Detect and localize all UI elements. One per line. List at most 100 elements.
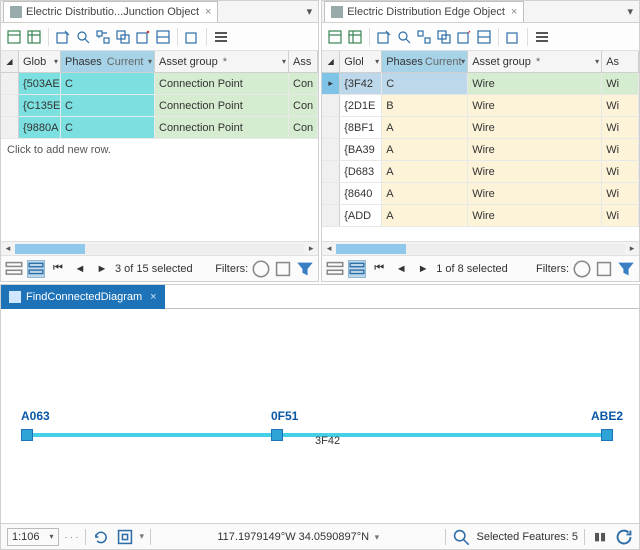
table-row[interactable]: {8BF1AWireWi [322,117,639,139]
col-glob[interactable]: Glob▾ [19,51,61,72]
scale-selector[interactable]: 1:106▾ [7,528,59,546]
diagram-tab[interactable]: FindConnectedDiagram × [1,285,165,309]
insert-row-button[interactable] [154,28,172,46]
cell-phase[interactable]: C [61,117,155,138]
toolbar-menu-button[interactable] [533,28,551,46]
table-row[interactable]: {D683AWireWi [322,161,639,183]
cell-phase[interactable]: A [382,117,468,138]
right-hscroll[interactable]: ◂ ▸ [322,241,639,255]
cell-glob[interactable]: {8BF1 [340,117,382,138]
cell-ass[interactable]: Wi [602,73,639,94]
zoom-button[interactable] [395,28,413,46]
cell-asset[interactable]: Wire [468,139,602,160]
add-row[interactable]: Click to add new row. [1,139,318,161]
cell-phase[interactable]: A [382,161,468,182]
add-button[interactable] [375,28,393,46]
col-asset-group[interactable]: Asset group *▾ [155,51,289,72]
field-view-button[interactable] [25,28,43,46]
row-handle[interactable] [322,205,340,226]
field-view-button[interactable] [346,28,364,46]
cell-phase[interactable]: C [61,73,155,94]
cell-glob[interactable]: {BA39 [340,139,382,160]
next-record-button[interactable]: ► [414,260,432,278]
switch-button[interactable] [415,28,433,46]
cell-ass[interactable]: Wi [602,95,639,116]
cell-asset[interactable]: Wire [468,73,602,94]
field-calc-button[interactable] [326,28,344,46]
cell-asset[interactable]: Wire [468,161,602,182]
cell-phase[interactable]: A [382,183,468,204]
corner-cell[interactable]: ◢ [1,51,19,72]
prev-record-button[interactable]: ◄ [71,260,89,278]
view-selected-button[interactable] [348,260,366,278]
cell-ass[interactable]: Wi [602,183,639,204]
cell-glob[interactable]: {3F42 [340,73,382,94]
cell-glob[interactable]: {9880A [19,117,61,138]
table-row[interactable]: {8640AWireWi [322,183,639,205]
cell-ass[interactable]: Wi [602,205,639,226]
table-row[interactable]: {9880ACConnection PointCon [1,117,318,139]
diagram-node[interactable] [21,429,33,441]
switch-button[interactable] [94,28,112,46]
cell-ass[interactable]: Con [289,73,318,94]
cell-ass[interactable]: Con [289,117,318,138]
clear-button[interactable] [183,28,201,46]
filter-extent-button[interactable] [274,260,292,278]
field-calc-button[interactable] [5,28,23,46]
add-button[interactable] [54,28,72,46]
row-handle[interactable] [322,73,340,94]
snap-button[interactable] [116,528,134,546]
filter-funnel-button[interactable] [617,260,635,278]
prev-record-button[interactable]: ◄ [392,260,410,278]
row-handle[interactable] [1,73,19,94]
table-row[interactable]: {C135ECConnection PointCon [1,95,318,117]
cell-asset[interactable]: Wire [468,205,602,226]
first-record-button[interactable]: ⏮ [49,260,67,278]
diagram-node[interactable] [601,429,613,441]
col-phases[interactable]: PhasesCurrent▾ [382,51,468,72]
corner-cell[interactable]: ◢ [322,51,340,72]
cell-glob[interactable]: {ADD [340,205,382,226]
cell-asset[interactable]: Wire [468,183,602,204]
table-row[interactable]: {ADDAWireWi [322,205,639,227]
row-handle[interactable] [322,117,340,138]
cell-ass[interactable]: Wi [602,117,639,138]
cell-glob[interactable]: {8640 [340,183,382,204]
cell-glob[interactable]: {2D1E [340,95,382,116]
right-tab[interactable]: Electric Distribution Edge Object × [324,1,524,22]
first-record-button[interactable]: ⏮ [370,260,388,278]
col-ass[interactable]: Ass [289,51,318,72]
row-handle[interactable] [322,95,340,116]
cell-asset[interactable]: Connection Point [155,117,289,138]
cell-phase[interactable]: C [382,73,468,94]
cell-ass[interactable]: Con [289,95,318,116]
cell-phase[interactable]: A [382,205,468,226]
copy-button[interactable] [114,28,132,46]
row-handle[interactable] [322,139,340,160]
refresh-button[interactable] [615,528,633,546]
pause-button[interactable]: ▮▮ [591,528,609,546]
cell-asset[interactable]: Wire [468,95,602,116]
filter-time-button[interactable] [573,260,591,278]
cell-phase[interactable]: C [61,95,155,116]
left-hscroll[interactable]: ◂ ▸ [1,241,318,255]
diagram-node[interactable] [271,429,283,441]
view-all-button[interactable] [5,260,23,278]
rotate-button[interactable] [92,528,110,546]
cell-phase[interactable]: A [382,139,468,160]
col-asset-group[interactable]: Asset group *▾ [468,51,602,72]
view-all-button[interactable] [326,260,344,278]
delete-row-button[interactable] [455,28,473,46]
next-record-button[interactable]: ► [93,260,111,278]
cell-asset[interactable]: Connection Point [155,73,289,94]
row-handle[interactable] [1,117,19,138]
tab-menu-button[interactable]: ▾ [301,5,319,18]
col-ass[interactable]: As [602,51,639,72]
zoom-button[interactable] [74,28,92,46]
filter-time-button[interactable] [252,260,270,278]
tab-menu-button[interactable]: ▾ [621,5,639,18]
left-tab[interactable]: Electric Distributio...Junction Object × [3,1,218,22]
close-icon[interactable]: × [150,291,156,303]
close-icon[interactable]: × [205,6,211,18]
row-handle[interactable] [1,95,19,116]
